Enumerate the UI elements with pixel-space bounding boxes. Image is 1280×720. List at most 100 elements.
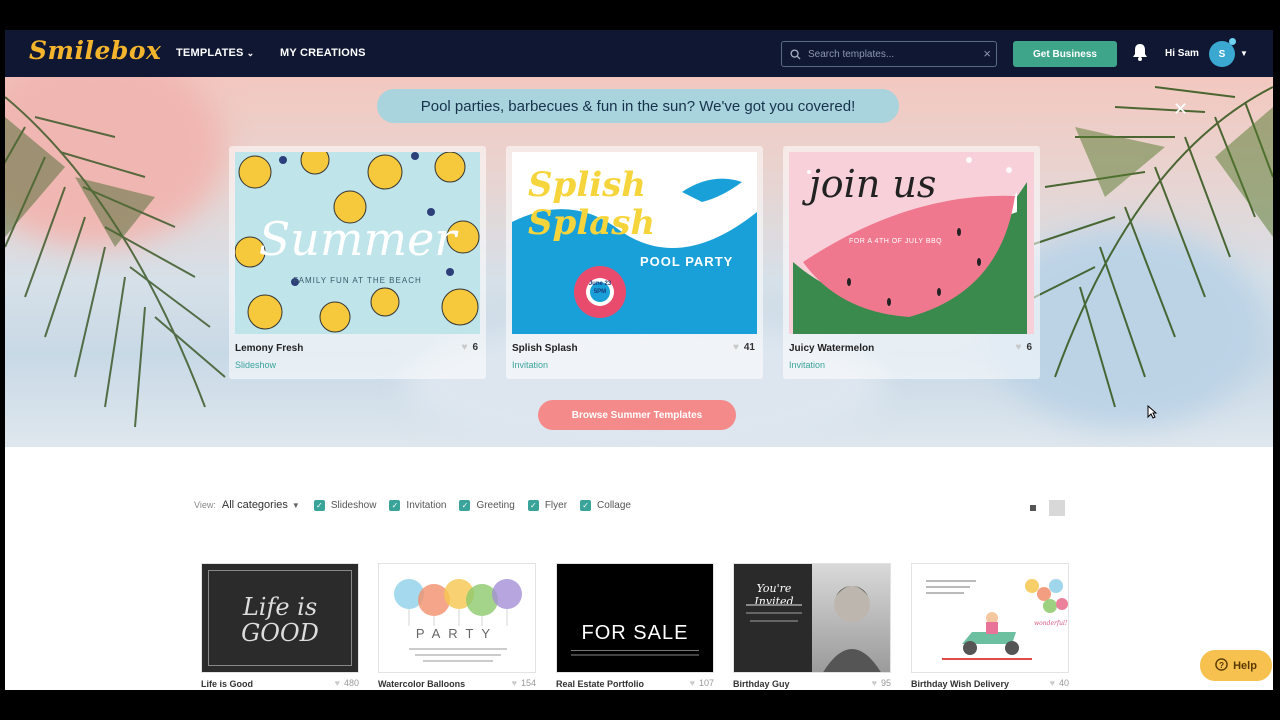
filter-flyer[interactable]: ✓ Flyer	[527, 499, 567, 511]
nav-templates-label: TEMPLATES	[176, 47, 244, 59]
filter-label: Invitation	[406, 499, 447, 511]
like-count: 480	[343, 678, 359, 688]
balloons-image	[394, 579, 522, 662]
svg-text:?: ?	[1219, 659, 1224, 669]
featured-card-splish-splash[interactable]: Splish Splash POOL PARTY June 23 5PM Spl…	[506, 146, 763, 379]
featured-card-juicy-watermelon[interactable]: join us FOR A 4TH OF JULY BBQ Juicy Wate…	[783, 146, 1040, 379]
search-input[interactable]	[808, 48, 968, 60]
person-image	[823, 586, 881, 672]
checkbox-checked-icon: ✓	[527, 499, 539, 511]
filter-bar: View: All categories ▼ ✓ Slideshow ✓ Invita…	[194, 497, 644, 513]
heart-icon: ♥	[461, 342, 468, 353]
scooter-image	[926, 579, 1068, 660]
template-card-life-is-good[interactable]: Life is GOOD Life is Good ♥ 480	[201, 563, 359, 689]
help-label: Help	[1233, 659, 1257, 672]
card-type: Invitation	[789, 360, 826, 370]
card-type: Slideshow	[235, 360, 277, 370]
template-card-birthday-guy[interactable]: You're Invited Birthday Guy ♥ 95	[733, 563, 891, 689]
heart-icon: ♥	[732, 342, 739, 353]
template-thumbnail: Life is GOOD	[201, 563, 359, 673]
filter-greeting[interactable]: ✓ Greeting	[459, 499, 515, 511]
get-business-button[interactable]: Get Business	[1013, 41, 1117, 67]
bell-icon[interactable]	[1131, 42, 1149, 67]
palm-leaf-right-image	[1015, 86, 1273, 408]
user-greeting: Hi Sam	[1165, 48, 1199, 59]
filter-label: Collage	[597, 499, 631, 511]
juicy-watermelon-art-title: join us	[809, 162, 937, 206]
juicy-watermelon-thumbnail: join us FOR A 4TH OF JULY BBQ	[789, 152, 1034, 334]
heart-icon: ♥	[871, 678, 877, 688]
template-likes[interactable]: ♥ 107	[690, 678, 714, 688]
category-select[interactable]: All categories ▼	[222, 499, 300, 511]
like-count: 95	[880, 678, 891, 688]
top-navbar: Smilebox TEMPLATES⌄ MY CREATIONS × Get B…	[5, 30, 1273, 77]
smilebox-logo[interactable]: Smilebox	[29, 36, 161, 65]
category-select-value: All categories	[221, 499, 288, 511]
filter-collage[interactable]: ✓ Collage	[580, 499, 631, 511]
splish-splash-art-title: Splish Splash	[528, 165, 656, 243]
card-type: Invitation	[512, 360, 549, 370]
heart-icon: ♥	[1015, 342, 1022, 353]
checkbox-checked-icon: ✓	[389, 499, 401, 511]
template-card-birthday-wish-delivery[interactable]: wonderful! Birthday Wish Delivery ♥ 40	[911, 563, 1069, 689]
nav-my-creations[interactable]: MY CREATIONS	[280, 47, 366, 59]
card-likes[interactable]: ♥ 6	[1016, 342, 1033, 353]
splish-splash-thumbnail: Splish Splash POOL PARTY June 23 5PM	[512, 152, 757, 334]
card-likes[interactable]: ♥ 6	[462, 342, 479, 353]
checkbox-checked-icon: ✓	[580, 499, 592, 511]
heart-icon: ♥	[1049, 678, 1055, 688]
mouse-cursor-icon	[1147, 405, 1157, 419]
card-name: Juicy Watermelon	[789, 343, 875, 354]
notification-dot	[1229, 38, 1236, 45]
lemony-fresh-art-title: Summer	[258, 212, 457, 266]
like-count: 154	[520, 678, 536, 688]
summer-hero: Pool parties, barbecues & fun in the sun…	[5, 77, 1273, 447]
template-likes[interactable]: ♥ 154	[512, 678, 536, 688]
template-name: Life is Good	[201, 679, 254, 689]
small-grid-view-icon[interactable]	[1025, 500, 1041, 516]
template-name: Watercolor Balloons	[378, 679, 466, 689]
close-icon[interactable]: ✕	[1173, 99, 1188, 120]
template-thumbnail: PARTY	[378, 563, 536, 673]
nav-templates[interactable]: TEMPLATES ⌄	[176, 47, 254, 59]
large-grid-view-icon[interactable]	[1049, 500, 1065, 516]
template-card-real-estate-portfolio[interactable]: FOR SALE Real Estate Portfolio ♥ 107	[556, 563, 714, 689]
filter-invitation[interactable]: ✓ Invitation	[389, 499, 447, 511]
template-likes[interactable]: ♥ 95	[872, 678, 891, 688]
template-name: Birthday Guy	[733, 679, 790, 689]
featured-card-lemony-fresh[interactable]: Summer FAMILY FUN AT THE BEACH Lemony Fr…	[229, 146, 486, 379]
chevron-down-icon: ⌄	[246, 48, 255, 58]
template-thumbnail: You're Invited	[733, 563, 891, 673]
lemony-fresh-art-subtitle: FAMILY FUN AT THE BEACH	[293, 276, 422, 285]
template-art-text: Life is GOOD	[241, 593, 319, 647]
filter-slideshow[interactable]: ✓ Slideshow	[313, 499, 377, 511]
template-art-text: wonderful!	[1034, 620, 1068, 627]
search-box: ×	[781, 41, 997, 67]
help-icon: ?	[1215, 657, 1228, 674]
heart-icon: ♥	[334, 678, 340, 688]
template-name: Real Estate Portfolio	[556, 679, 645, 689]
template-card-watercolor-balloons[interactable]: PARTY Watercolor Balloons ♥ 154	[378, 563, 536, 689]
portrait-photo	[812, 564, 890, 672]
like-count: 107	[698, 678, 714, 688]
template-likes[interactable]: ♥ 40	[1050, 678, 1069, 688]
card-likes[interactable]: ♥ 41	[733, 342, 755, 353]
filter-label: Slideshow	[330, 499, 377, 511]
template-thumbnail: wonderful!	[911, 563, 1069, 673]
clear-search-icon[interactable]: ×	[983, 46, 991, 61]
browse-summer-templates-button[interactable]: Browse Summer Templates	[538, 400, 736, 430]
like-count: 6	[1026, 342, 1032, 353]
card-name: Lemony Fresh	[235, 343, 304, 354]
filter-label: Greeting	[476, 499, 515, 511]
view-label: View:	[194, 500, 216, 510]
caret-down-icon[interactable]: ▼	[1240, 49, 1248, 58]
search-icon	[782, 48, 808, 60]
palm-leaf-left-image	[5, 96, 226, 428]
lemony-fresh-thumbnail: Summer FAMILY FUN AT THE BEACH	[235, 152, 480, 334]
app-frame: Smilebox TEMPLATES⌄ MY CREATIONS × Get B…	[5, 30, 1273, 690]
juicy-watermelon-art-subtitle: FOR A 4TH OF JULY BBQ	[849, 238, 943, 245]
template-thumbnail: FOR SALE	[556, 563, 714, 673]
like-count: 40	[1058, 678, 1069, 688]
template-likes[interactable]: ♥ 480	[335, 678, 359, 688]
help-button[interactable]: ? Help	[1200, 650, 1272, 681]
